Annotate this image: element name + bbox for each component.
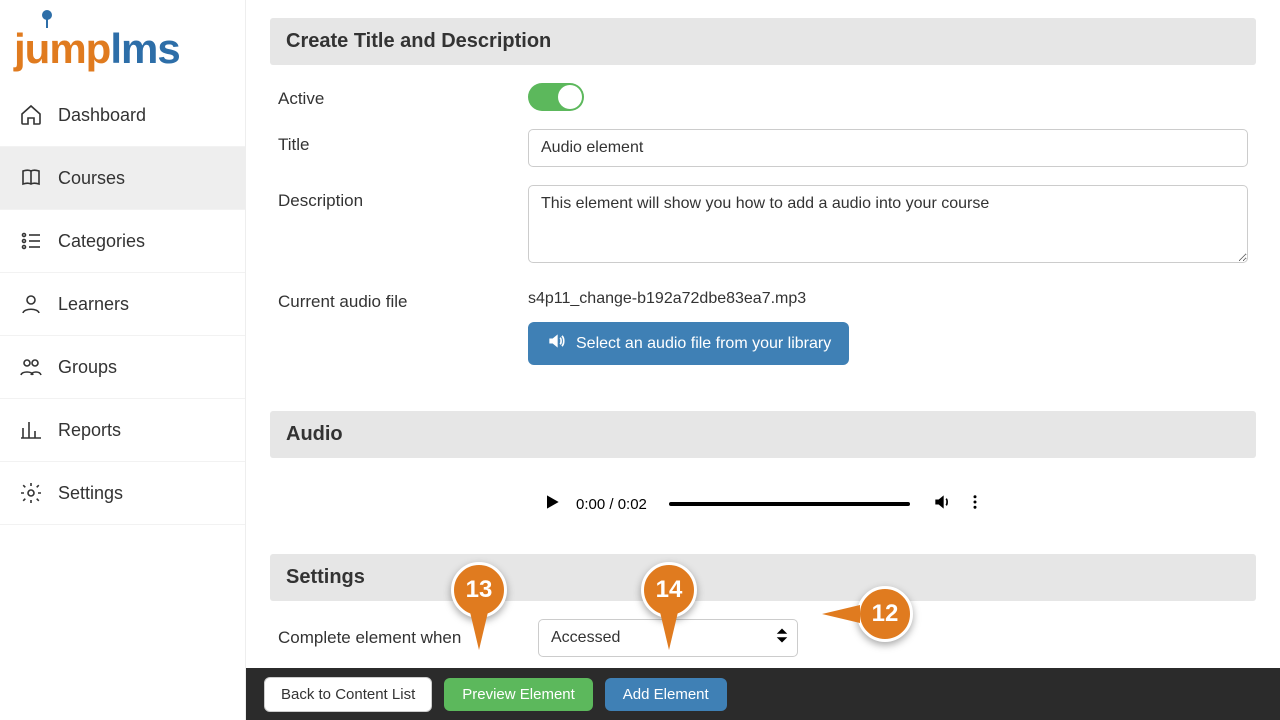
complete-label: Complete element when: [278, 628, 538, 648]
section-header-settings: Settings: [270, 554, 1256, 601]
sidebar-item-settings[interactable]: Settings: [0, 462, 245, 525]
more-icon[interactable]: [966, 493, 984, 516]
sidebar-item-dashboard[interactable]: Dashboard: [0, 84, 245, 147]
user-icon: [18, 291, 44, 317]
bottom-bar: Back to Content List Preview Element Add…: [246, 668, 1280, 720]
book-icon: [18, 165, 44, 191]
sidebar-item-label: Settings: [58, 483, 123, 504]
nav: Dashboard Courses Categories Learners: [0, 84, 245, 525]
active-label: Active: [278, 83, 528, 109]
callout-12: 12: [857, 586, 913, 642]
volume-icon[interactable]: [932, 492, 952, 517]
current-file-label: Current audio file: [278, 286, 528, 312]
section-header-create: Create Title and Description: [270, 18, 1256, 65]
main: Create Title and Description Active Titl…: [246, 0, 1280, 720]
section-settings: Settings Complete element when: [270, 554, 1256, 667]
users-icon: [18, 354, 44, 380]
sidebar-item-learners[interactable]: Learners: [0, 273, 245, 336]
sidebar-item-label: Learners: [58, 294, 129, 315]
sidebar-item-label: Dashboard: [58, 105, 146, 126]
logo: jumplms: [0, 0, 245, 76]
title-input[interactable]: [528, 129, 1248, 167]
current-file-value: s4p11_change-b192a72dbe83ea7.mp3: [528, 286, 1248, 308]
speaker-icon: [546, 331, 566, 356]
play-icon[interactable]: [542, 492, 562, 517]
brand-word1: jump: [14, 25, 110, 72]
section-audio: Audio 0:00 / 0:02: [270, 411, 1256, 536]
select-audio-button[interactable]: Select an audio file from your library: [528, 322, 849, 365]
audio-time: 0:00 / 0:02: [576, 496, 647, 513]
sidebar-item-groups[interactable]: Groups: [0, 336, 245, 399]
sidebar-item-label: Courses: [58, 168, 125, 189]
brand-word2: lms: [110, 25, 179, 72]
gear-icon: [18, 480, 44, 506]
sidebar-item-label: Categories: [58, 231, 145, 252]
preview-button[interactable]: Preview Element: [444, 678, 593, 711]
description-label: Description: [278, 185, 528, 211]
callout-14: 14: [641, 562, 697, 618]
section-create: Create Title and Description Active Titl…: [270, 18, 1256, 393]
sidebar-item-courses[interactable]: Courses: [0, 147, 245, 210]
chart-icon: [18, 417, 44, 443]
select-audio-label: Select an audio file from your library: [576, 335, 831, 353]
title-label: Title: [278, 129, 528, 155]
active-toggle[interactable]: [528, 83, 584, 111]
sidebar: jumplms Dashboard Courses Categories: [0, 0, 246, 720]
description-textarea[interactable]: [528, 185, 1248, 263]
sidebar-item-reports[interactable]: Reports: [0, 399, 245, 462]
sidebar-item-label: Reports: [58, 420, 121, 441]
list-icon: [18, 228, 44, 254]
add-button[interactable]: Add Element: [605, 678, 727, 711]
audio-player[interactable]: 0:00 / 0:02: [528, 482, 998, 526]
home-icon: [18, 102, 44, 128]
sidebar-item-label: Groups: [58, 357, 117, 378]
callout-13: 13: [451, 562, 507, 618]
sidebar-item-categories[interactable]: Categories: [0, 210, 245, 273]
audio-track[interactable]: [669, 502, 910, 506]
back-button[interactable]: Back to Content List: [264, 677, 432, 712]
section-header-audio: Audio: [270, 411, 1256, 458]
